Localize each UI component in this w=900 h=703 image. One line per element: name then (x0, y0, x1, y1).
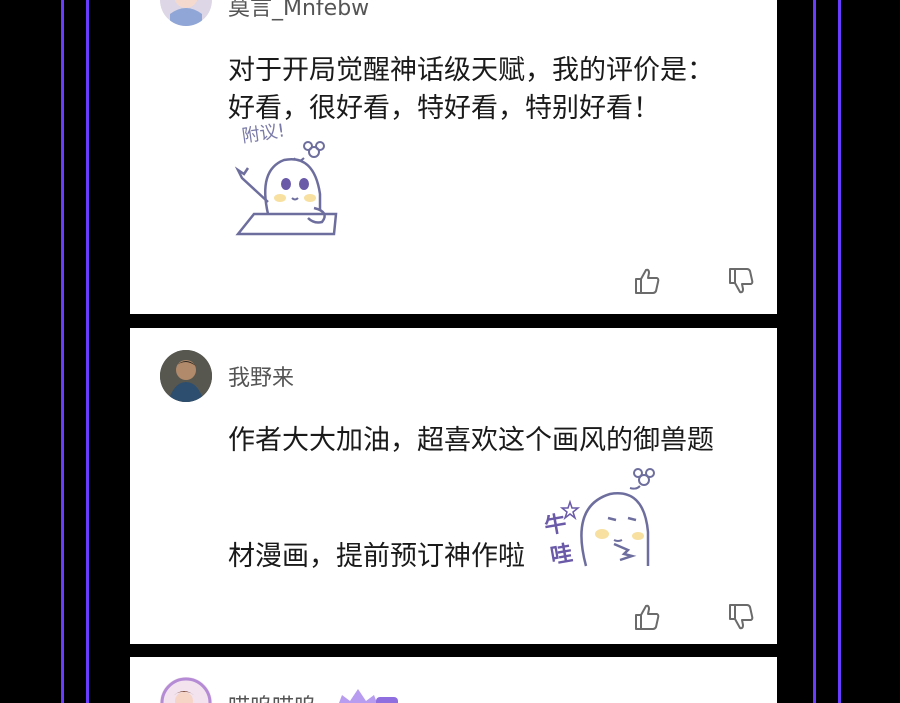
comment-line: 材漫画，提前预订神作啦 (228, 541, 525, 572)
username[interactable]: 我野来 (228, 360, 294, 392)
svg-text:附议!: 附议! (240, 120, 286, 147)
svg-text:牛: 牛 (542, 510, 568, 539)
frame-line-left-outer (61, 0, 64, 703)
niuwa-sticker-icon: 牛 哇 (540, 462, 660, 574)
comment-card: 喵呜喵呜 (130, 657, 777, 703)
comment-line: 作者大大加油，超喜欢这个画风的御兽题 (228, 425, 714, 456)
svg-text:哇: 哇 (549, 541, 575, 569)
thumbs-down-icon[interactable] (726, 602, 756, 632)
username[interactable]: 喵呜喵呜 (228, 689, 316, 703)
comment-line: 对于开局觉醒神话级天赋，我的评价是： (228, 55, 714, 86)
avatar[interactable] (160, 350, 212, 402)
frame-line-left-inner (86, 0, 89, 703)
comment-text: 对于开局觉醒神话级天赋，我的评价是： 好看，很好看，特好看，特别好看！ (228, 52, 714, 128)
purple-badge-icon (332, 687, 400, 703)
fuyi-sticker-icon: 附议! (228, 118, 348, 240)
comment-card: 我野来 作者大大加油，超喜欢这个画风的御兽题 材漫画，提前预订神作啦 牛 哇 (130, 328, 777, 644)
avatar[interactable] (160, 677, 212, 703)
thumbs-down-icon[interactable] (726, 266, 756, 296)
thumbs-up-icon[interactable] (632, 266, 662, 296)
frame-line-right-inner (813, 0, 816, 703)
frame-line-right-outer (838, 0, 841, 703)
avatar[interactable] (160, 0, 212, 26)
username[interactable]: 莫言_Mnfebw (228, 0, 369, 22)
thumbs-up-icon[interactable] (632, 602, 662, 632)
comment-card: 莫言_Mnfebw 对于开局觉醒神话级天赋，我的评价是： 好看，很好看，特好看，… (130, 0, 777, 314)
